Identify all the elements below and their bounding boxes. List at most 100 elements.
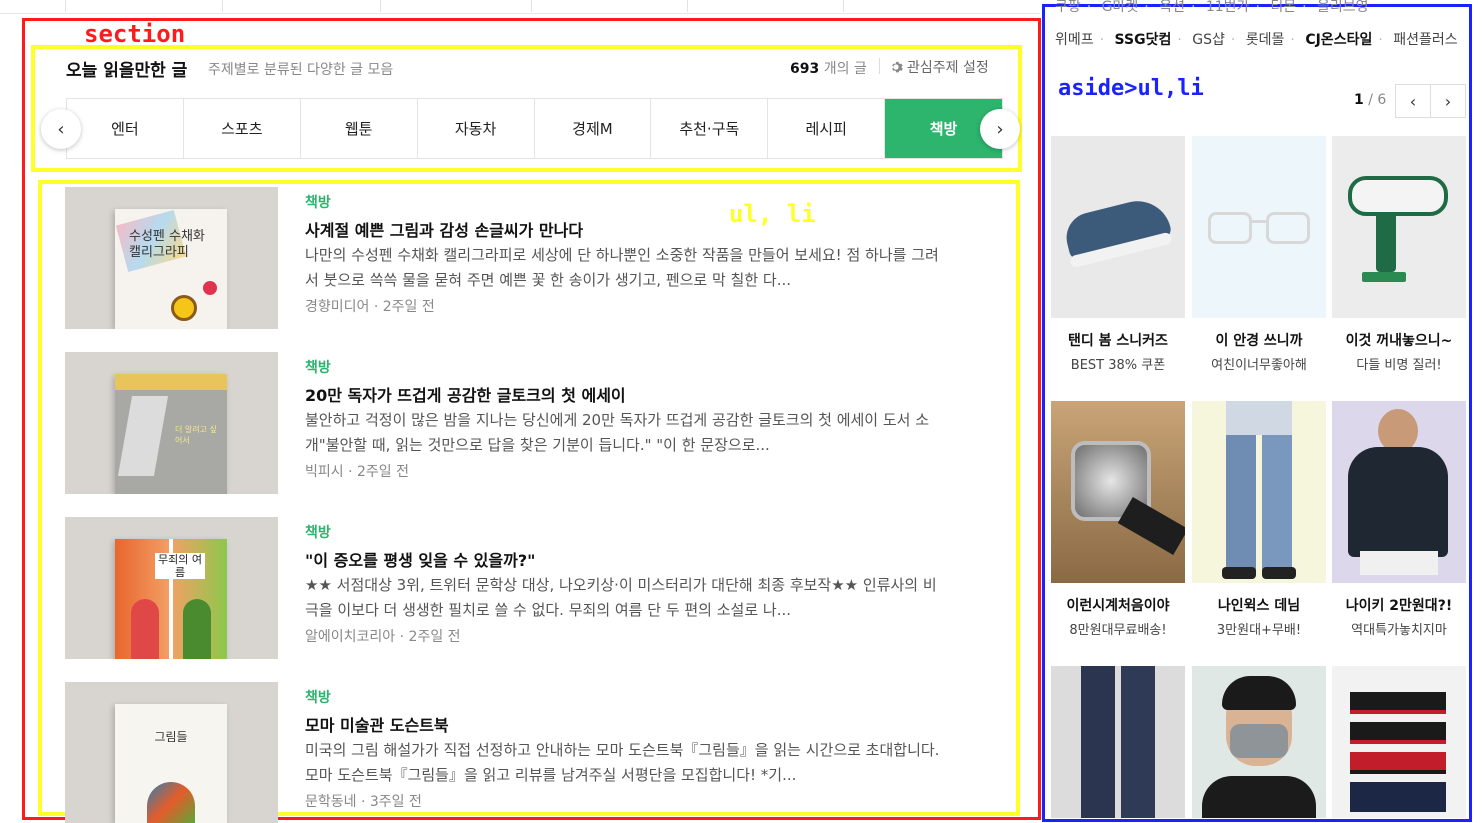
tab-car[interactable]: 자동차 xyxy=(418,99,535,158)
product-title: 나이키 2만원대?! xyxy=(1345,598,1453,614)
shop-link[interactable]: 위메프 xyxy=(1055,32,1094,48)
product-title: 이것 꺼내놓으니~ xyxy=(1345,333,1453,349)
product-item[interactable] xyxy=(1332,666,1466,818)
product-subtitle: 다들 비명 질러! xyxy=(1356,358,1442,373)
chevron-right-icon: › xyxy=(996,118,1004,140)
article-thumbnail: 수성펜 수채화 캘리그라피 xyxy=(65,187,278,329)
article-source[interactable]: 알에이치코리아 xyxy=(305,629,395,645)
pager-current: 1 xyxy=(1354,92,1364,108)
article-category[interactable]: 책방 xyxy=(305,522,331,542)
aside-next-button[interactable]: › xyxy=(1430,84,1466,118)
strip-divider xyxy=(65,0,66,12)
strip-divider xyxy=(222,0,223,12)
strip-divider xyxy=(843,0,844,12)
product-subtitle: 3만원대+무배! xyxy=(1216,623,1302,638)
book-cover: 수성펜 수채화 캘리그라피 xyxy=(115,209,227,329)
article-thumbnail: 그림들 xyxy=(65,682,278,823)
article-count: 693 개의 글 xyxy=(790,58,867,78)
shop-link[interactable]: 11번가 xyxy=(1206,0,1250,15)
book-cover: 무죄의 여름 xyxy=(115,539,227,659)
article-count-unit: 개의 글 xyxy=(823,61,867,77)
product-item[interactable]: 이것 꺼내놓으니~ 다들 비명 질러! xyxy=(1332,136,1466,373)
article-title[interactable]: 20만 독자가 뜨겁게 공감한 글토크의 첫 에세이 xyxy=(305,382,626,406)
article-description[interactable]: ★★ 서점대상 3위, 트위터 문학상 대상, 나오키상·이 미스터리가 대단해… xyxy=(305,573,945,623)
tab-entertainment[interactable]: 엔터 xyxy=(67,99,184,158)
product-item[interactable]: 나이키 2만원대?! 역대특가놓치지마 xyxy=(1332,401,1466,638)
article-time: 3주일 전 xyxy=(369,794,422,810)
shop-link[interactable]: 티몬 xyxy=(1270,0,1296,15)
article-source[interactable]: 경향미디어 xyxy=(305,299,369,315)
product-image xyxy=(1051,401,1185,583)
shop-link[interactable]: 롯데몰 xyxy=(1246,32,1285,48)
product-image xyxy=(1051,666,1185,818)
article-time: 2주일 전 xyxy=(382,299,435,315)
shop-link[interactable]: G마켓 xyxy=(1102,0,1139,15)
article-category[interactable]: 책방 xyxy=(305,192,331,212)
aside-pager: 1 / 6 xyxy=(1354,92,1386,108)
article-title[interactable]: 모마 미술관 도슨트북 xyxy=(305,712,449,736)
product-item[interactable]: 탠디 봄 스니커즈 BEST 38% 쿠폰 xyxy=(1051,136,1185,373)
product-subtitle: 여친이너무좋아해 xyxy=(1211,358,1307,373)
chevron-left-icon: ‹ xyxy=(57,118,65,140)
list-item[interactable]: 무죄의 여름 책방 "이 증오를 평생 잊을 수 있을까?" ★★ 서점대상 3… xyxy=(65,517,965,659)
article-category[interactable]: 책방 xyxy=(305,687,331,707)
tab-recommend[interactable]: 추천·구독 xyxy=(651,99,769,158)
article-description[interactable]: 불안하고 걱정이 많은 밤을 지나는 당신에게 20만 독자가 뜨겁게 공감한 … xyxy=(305,408,945,458)
product-title: 이런시계처음이야 xyxy=(1066,598,1170,614)
chevron-right-icon: › xyxy=(1444,91,1452,111)
article-source[interactable]: 빅피시 xyxy=(305,464,344,480)
tab-sports[interactable]: 스포츠 xyxy=(184,99,301,158)
product-image xyxy=(1051,136,1185,318)
product-image xyxy=(1192,401,1326,583)
product-item[interactable]: 이 안경 쓰니까 여친이너무좋아해 xyxy=(1192,136,1326,373)
product-title: 나인윅스 데님 xyxy=(1217,598,1301,614)
article-description[interactable]: 미국의 그림 해설가가 직접 선정하고 안내하는 모마 도슨트북『그림들』을 읽… xyxy=(305,738,945,788)
list-item[interactable]: 더 알려고 싶어서 책방 20만 독자가 뜨겁게 공감한 글토크의 첫 에세이 … xyxy=(65,352,965,494)
tabs-prev-button[interactable]: ‹ xyxy=(41,109,81,149)
shop-link[interactable]: 패션플러스 xyxy=(1393,32,1457,48)
product-item[interactable] xyxy=(1051,666,1185,818)
article-category[interactable]: 책방 xyxy=(305,357,331,377)
product-item[interactable] xyxy=(1192,666,1326,818)
strip-divider xyxy=(380,0,381,12)
section-title: 오늘 읽을만한 글 xyxy=(66,61,188,81)
list-item[interactable]: 수성펜 수채화 캘리그라피 책방 사계절 예쁜 그림과 감성 손글씨가 만나다 … xyxy=(65,187,965,329)
section-annotation-label: section xyxy=(84,20,186,48)
article-thumbnail: 무죄의 여름 xyxy=(65,517,278,659)
article-title[interactable]: "이 증오를 평생 잊을 수 있을까?" xyxy=(305,547,535,571)
product-image xyxy=(1332,666,1466,818)
book-cover-text: 무죄의 여름 xyxy=(155,553,205,579)
page: section ul, li 오늘 읽을만한 글 주제별로 분류된 다양한 글 … xyxy=(0,0,1483,823)
book-cover: 그림들 xyxy=(115,704,227,823)
tabs-next-button[interactable]: › xyxy=(980,109,1020,149)
shop-link[interactable]: 옥션 xyxy=(1159,0,1185,15)
product-item[interactable]: 이런시계처음이야 8만원대무료배송! xyxy=(1051,401,1185,638)
book-cover-text: 더 알려고 싶어서 xyxy=(175,425,217,445)
article-time: 2주일 전 xyxy=(408,629,461,645)
article-count-number: 693 xyxy=(790,61,820,77)
article-meta: 빅피시 · 2주일 전 xyxy=(305,464,409,480)
shop-link[interactable]: SSG닷컴 xyxy=(1115,32,1172,48)
article-meta: 알에이치코리아 · 2주일 전 xyxy=(305,629,461,645)
product-item[interactable]: 나인윅스 데님 3만원대+무배! xyxy=(1192,401,1326,638)
interest-settings-button[interactable]: 관심주제 설정 xyxy=(889,57,989,77)
shop-link[interactable]: GS샵 xyxy=(1192,32,1225,48)
tab-webtoon[interactable]: 웹툰 xyxy=(301,99,418,158)
article-thumbnail: 더 알려고 싶어서 xyxy=(65,352,278,494)
pager-total: / 6 xyxy=(1368,92,1387,108)
aside-prev-button[interactable]: ‹ xyxy=(1395,84,1431,118)
list-item[interactable]: 그림들 책방 모마 미술관 도슨트북 미국의 그림 해설가가 직접 선정하고 안… xyxy=(65,682,965,823)
tab-recipe[interactable]: 레시피 xyxy=(768,99,886,158)
tab-economy[interactable]: 경제M xyxy=(535,99,652,158)
product-image xyxy=(1192,136,1326,318)
strip-divider xyxy=(687,0,688,12)
article-title[interactable]: 사계절 예쁜 그림과 감성 손글씨가 만나다 xyxy=(305,217,583,241)
shop-links-top: 쿠팡 · G마켓 · 옥션 · 11번가 · 티몬 · 올리브영 xyxy=(1055,0,1369,15)
shop-link[interactable]: CJ온스타일 xyxy=(1305,32,1372,48)
article-description[interactable]: 나만의 수성펜 수채화 캘리그라피로 세상에 단 하나뿐인 소중한 작품을 만들… xyxy=(305,243,945,293)
product-image xyxy=(1192,666,1326,818)
shop-link[interactable]: 올리브영 xyxy=(1317,0,1369,15)
article-meta: 경향미디어 · 2주일 전 xyxy=(305,299,435,315)
article-source[interactable]: 문학동네 xyxy=(305,794,357,810)
shop-link[interactable]: 쿠팡 xyxy=(1055,0,1081,15)
